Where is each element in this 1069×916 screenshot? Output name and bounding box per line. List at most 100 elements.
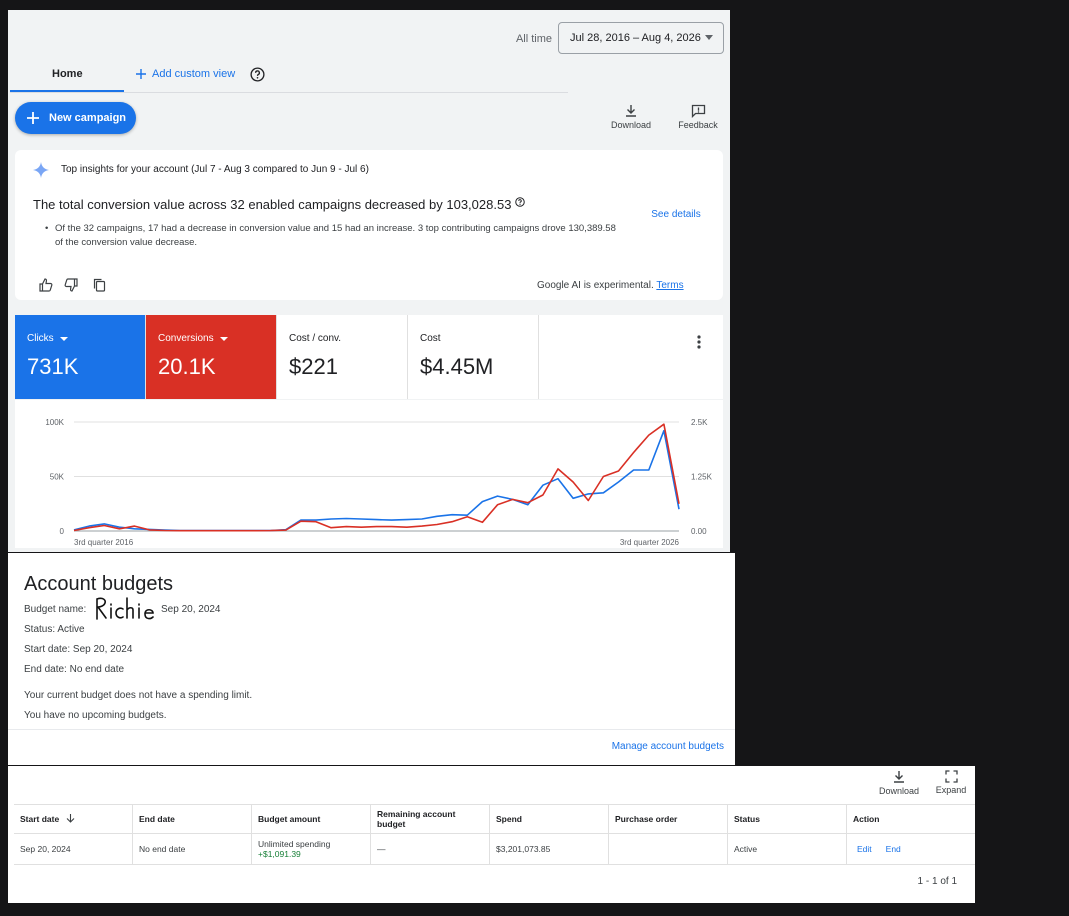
fullscreen-icon xyxy=(944,770,958,783)
metric-label: Clicks xyxy=(27,333,145,344)
insights-bullet: Of the 32 campaigns, 17 had a decrease i… xyxy=(45,222,625,250)
budget-end-label: End date: xyxy=(24,664,67,675)
pagination-label: 1 - 1 of 1 xyxy=(917,876,957,887)
account-budgets-panel: Account budgets Budget name: Sep 20, 202… xyxy=(8,553,735,765)
add-custom-view-tab[interactable]: Add custom view xyxy=(136,68,235,80)
insights-title-text: The total conversion value across 32 ena… xyxy=(33,197,512,212)
column-header[interactable]: Remaining account budget xyxy=(370,804,490,834)
budget-end-value: No end date xyxy=(69,664,125,675)
download-label: Download xyxy=(878,786,920,796)
metric-card-conversions[interactable]: Conversions 20.1K xyxy=(146,315,277,399)
budget-name-row: Budget name: xyxy=(24,604,86,615)
metric-label-text: Clicks xyxy=(27,333,54,344)
edit-link[interactable]: Edit xyxy=(857,844,872,854)
feedback-icon xyxy=(691,104,705,119)
budget-start-label: Start date: xyxy=(24,644,71,655)
budget-amount-text: Unlimited spending xyxy=(258,839,331,849)
y-tick-label-left: 0 xyxy=(60,527,65,536)
column-header[interactable]: End date xyxy=(132,804,252,834)
metric-label: Cost xyxy=(420,333,441,344)
tab-divider xyxy=(10,92,568,93)
column-header[interactable]: Purchase order xyxy=(608,804,728,834)
budget-name-label: Budget name: xyxy=(24,604,87,615)
expand-label: Expand xyxy=(935,785,967,795)
sparkle-icon xyxy=(33,162,49,178)
metric-label-text: Conversions xyxy=(158,333,214,344)
metric-value: $4.45M xyxy=(420,354,494,379)
date-range-selector[interactable]: Jul 28, 2016 – Aug 4, 2026 xyxy=(558,22,724,54)
y-tick-label-left: 50K xyxy=(50,473,65,482)
line-chart: 100K 50K 0 2.5K 1.25K 0.00 3rd quarter 2016 3rd… xyxy=(45,418,712,547)
metric-value: 20.1K xyxy=(158,354,216,379)
series-line-clicks xyxy=(73,429,680,532)
y-tick-label-right: 2.5K xyxy=(691,418,708,427)
download-button[interactable]: Download xyxy=(608,104,654,130)
chevron-down-icon xyxy=(705,35,713,40)
new-campaign-label: New campaign xyxy=(49,112,127,124)
column-header: Action xyxy=(846,804,975,834)
metric-value: 731K xyxy=(27,354,79,379)
column-header-start-date[interactable]: Start date xyxy=(14,804,133,834)
date-range-label: All time xyxy=(515,33,552,45)
budget-start-value: Sep 20, 2024 xyxy=(72,644,133,655)
y-tick-label-left: 100K xyxy=(45,418,64,427)
ai-note: Google AI is experimental. Terms xyxy=(537,280,684,291)
more-vert-icon[interactable] xyxy=(696,334,702,350)
column-header[interactable]: Status xyxy=(727,804,847,834)
divider xyxy=(8,729,735,730)
column-header[interactable]: Spend xyxy=(489,804,609,834)
copy-icon[interactable] xyxy=(93,278,106,292)
cell-budget-amount: Unlimited spending +$1,091.39 xyxy=(251,833,371,865)
budget-title: Account budgets xyxy=(24,573,173,595)
metric-card-cost[interactable]: Cost $4.45M xyxy=(408,315,539,399)
budget-status-row: Status: Active xyxy=(24,624,85,635)
expand-button[interactable]: Expand xyxy=(932,770,970,795)
manage-account-budgets-link[interactable]: Manage account budgets xyxy=(612,741,724,752)
plus-icon xyxy=(27,112,39,124)
y-tick-label-right: 0.00 xyxy=(691,527,707,536)
download-icon xyxy=(894,771,904,783)
tab-home[interactable]: Home xyxy=(52,68,83,80)
budgets-table-panel: Download Expand Start date End date Budg… xyxy=(8,766,975,903)
see-details-link[interactable]: See details xyxy=(651,208,701,222)
download-icon xyxy=(626,105,636,117)
budget-amount-delta: +$1,091.39 xyxy=(258,849,301,859)
arrow-down-icon xyxy=(66,814,74,823)
download-label: Download xyxy=(610,120,652,130)
help-icon[interactable] xyxy=(250,67,265,82)
budget-start-row: Start date: Sep 20, 2024 xyxy=(24,644,132,655)
cell-end-date: No end date xyxy=(132,833,252,865)
cell-status: Active xyxy=(727,833,847,865)
end-link[interactable]: End xyxy=(886,844,901,854)
plus-icon xyxy=(136,69,146,79)
terms-link[interactable]: Terms xyxy=(656,280,683,291)
cell-spend: $3,201,073.85 xyxy=(489,833,609,865)
dashboard-panel: All time Jul 28, 2016 – Aug 4, 2026 Home… xyxy=(8,10,730,552)
metric-cards: Clicks 731K Conversions 20.1K Cost / con… xyxy=(15,315,723,399)
performance-chart: 100K 50K 0 2.5K 1.25K 0.00 3rd quarter 2016 3rd… xyxy=(15,400,723,548)
insights-header: Top insights for your account (Jul 7 - A… xyxy=(61,164,369,175)
column-header[interactable]: Budget amount xyxy=(251,804,371,834)
date-range-value: Jul 28, 2016 – Aug 4, 2026 xyxy=(570,32,701,44)
table-header-row: Start date End date Budget amount Remain… xyxy=(14,804,975,834)
budget-status-label: Status: xyxy=(24,624,56,635)
handwritten-signature xyxy=(96,597,154,620)
table-row: Sep 20, 2024 No end date Unlimited spend… xyxy=(14,833,975,865)
metric-card-clicks[interactable]: Clicks 731K xyxy=(15,315,146,399)
add-custom-view-label: Add custom view xyxy=(152,68,236,80)
download-button[interactable]: Download xyxy=(876,770,922,796)
thumbs-up-icon[interactable] xyxy=(39,278,53,292)
new-campaign-button[interactable]: New campaign xyxy=(15,102,136,134)
thumbs-down-icon[interactable] xyxy=(64,278,78,292)
no-limit-note: Your current budget does not have a spen… xyxy=(24,690,253,701)
feedback-button[interactable]: Feedback xyxy=(675,104,721,130)
metric-label: Cost / conv. xyxy=(289,333,342,344)
metric-card-cost-per-conv[interactable]: Cost / conv. $221 xyxy=(277,315,408,399)
cell-start-date: Sep 20, 2024 xyxy=(14,833,133,865)
metric-card-empty xyxy=(539,315,723,399)
metric-label: Conversions xyxy=(158,333,276,344)
help-icon[interactable] xyxy=(515,197,525,207)
chevron-down-icon xyxy=(219,336,228,341)
series-line-conversions xyxy=(73,423,680,532)
x-tick-label: 3rd quarter 2016 xyxy=(74,538,134,547)
